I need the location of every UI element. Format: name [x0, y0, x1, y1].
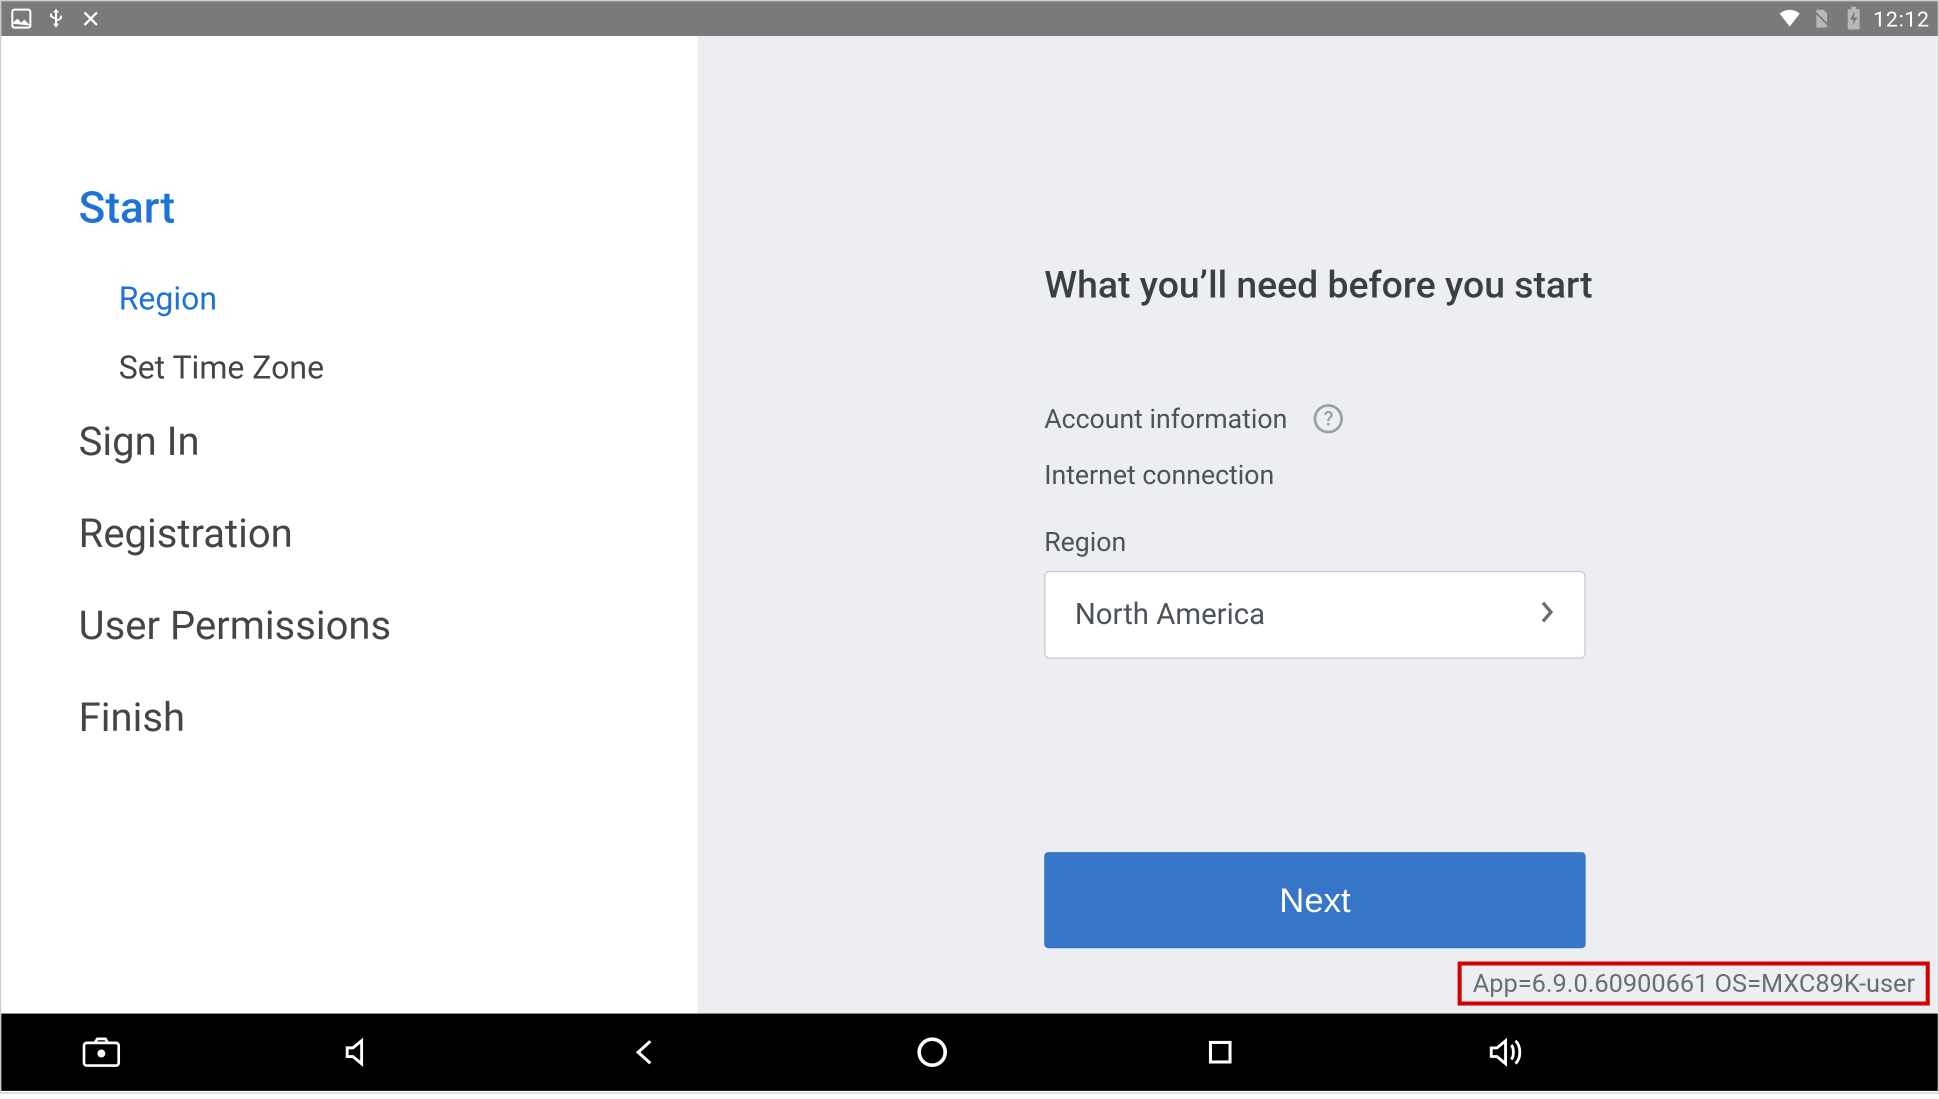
no-sim-icon — [1809, 7, 1833, 31]
status-bar: 12:12 — [1, 1, 1937, 36]
chevron-right-icon — [1539, 599, 1555, 631]
close-icon — [79, 7, 103, 31]
requirement-account-info-label: Account information — [1044, 403, 1287, 435]
requirement-internet-label: Internet connection — [1044, 459, 1274, 491]
region-select[interactable]: North America — [1044, 571, 1585, 659]
main: Start Region Set Time Zone Sign In Regis… — [1, 36, 1937, 1014]
nav-volume-up-button[interactable] — [1363, 1035, 1650, 1070]
image-icon — [9, 7, 33, 31]
nav-home-button[interactable] — [789, 1035, 1076, 1070]
content-heading: What you’ll need before you start — [1044, 263, 1938, 307]
sidebar-step-sign-in[interactable]: Sign In — [79, 419, 698, 466]
sidebar-step-user-permissions[interactable]: User Permissions — [79, 603, 698, 650]
nav-screenshot-button[interactable] — [1, 1036, 214, 1068]
version-info: App=6.9.0.60900661 OS=MXC89K-user — [1458, 962, 1930, 1006]
next-button[interactable]: Next — [1044, 852, 1585, 948]
requirement-account-info: Account information ? — [1044, 403, 1938, 435]
navigation-bar — [1, 1014, 1937, 1091]
requirement-internet: Internet connection — [1044, 459, 1938, 491]
sidebar: Start Region Set Time Zone Sign In Regis… — [1, 36, 697, 1014]
battery-icon — [1841, 7, 1865, 31]
content-panel: What you’ll need before you start Accoun… — [697, 36, 1937, 1014]
nav-volume-down-button[interactable] — [215, 1035, 502, 1070]
sidebar-step-finish[interactable]: Finish — [79, 695, 698, 742]
wifi-icon — [1777, 7, 1801, 31]
sidebar-substep-set-time-zone[interactable]: Set Time Zone — [119, 349, 698, 386]
nav-back-button[interactable] — [502, 1035, 789, 1070]
sidebar-step-start[interactable]: Start — [79, 183, 698, 235]
region-field-label: Region — [1044, 525, 1938, 557]
nav-recents-button[interactable] — [1076, 1038, 1363, 1067]
help-icon[interactable]: ? — [1314, 404, 1343, 433]
sidebar-step-registration[interactable]: Registration — [79, 511, 698, 558]
status-left — [9, 7, 102, 31]
status-clock: 12:12 — [1873, 6, 1929, 31]
region-select-value: North America — [1075, 598, 1265, 631]
usb-icon — [44, 7, 68, 31]
status-right: 12:12 — [1777, 6, 1929, 31]
sidebar-substep-region[interactable]: Region — [119, 280, 698, 317]
